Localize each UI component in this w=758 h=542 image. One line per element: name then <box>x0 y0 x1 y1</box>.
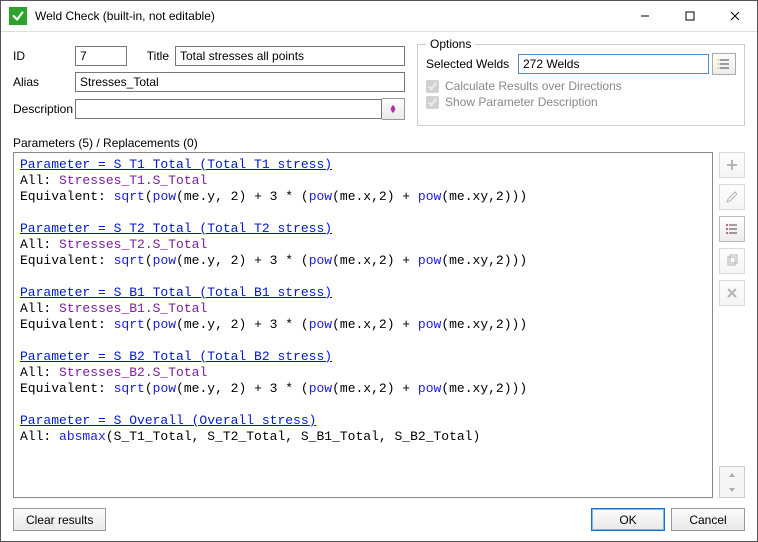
add-button[interactable] <box>719 152 745 178</box>
description-dropdown-button[interactable] <box>382 98 405 120</box>
scroll-up-icon[interactable] <box>720 467 744 482</box>
cancel-button[interactable]: Cancel <box>671 508 745 531</box>
description-label: Description <box>13 102 75 116</box>
copy-button[interactable] <box>719 248 745 274</box>
scroll-spinner[interactable] <box>719 466 745 498</box>
weld-check-dialog: Weld Check (built-in, not editable) ID T… <box>0 0 758 542</box>
list-button[interactable] <box>719 216 745 242</box>
selected-welds-field[interactable]: 272 Welds <box>518 54 709 74</box>
clear-results-button[interactable]: Clear results <box>13 508 106 531</box>
options-group: Options Selected Welds 272 Welds Calcula… <box>417 44 745 126</box>
selected-welds-label: Selected Welds <box>426 57 518 71</box>
maximize-button[interactable] <box>667 1 712 31</box>
delete-button[interactable] <box>719 280 745 306</box>
title-field[interactable] <box>175 46 405 66</box>
client-area: ID Title Alias Description <box>1 32 757 541</box>
ok-button[interactable]: OK <box>591 508 665 531</box>
scroll-down-icon[interactable] <box>720 482 744 497</box>
alias-field[interactable] <box>75 72 405 92</box>
app-icon <box>9 7 27 25</box>
selected-welds-list-button[interactable] <box>712 53 736 75</box>
show-param-desc-label: Show Parameter Description <box>445 95 598 109</box>
minimize-button[interactable] <box>622 1 667 31</box>
alias-label: Alias <box>13 75 75 89</box>
titlebar: Weld Check (built-in, not editable) <box>1 1 757 32</box>
id-label: ID <box>13 49 75 63</box>
parameters-code-view[interactable]: Parameter = S T1 Total (Total T1 stress)… <box>13 152 713 498</box>
show-param-desc-checkbox[interactable]: Show Parameter Description <box>426 95 736 109</box>
description-field[interactable] <box>75 99 382 119</box>
title-label: Title <box>127 49 175 63</box>
calc-over-directions-input[interactable] <box>426 80 439 93</box>
options-legend: Options <box>426 37 475 51</box>
selected-welds-value: 272 Welds <box>523 57 579 71</box>
side-button-bar <box>719 152 745 498</box>
main-form: ID Title Alias Description <box>13 40 417 126</box>
parameters-header: Parameters (5) / Replacements (0) <box>13 136 745 150</box>
calc-over-directions-checkbox[interactable]: Calculate Results over Directions <box>426 79 736 93</box>
show-param-desc-input[interactable] <box>426 96 439 109</box>
close-button[interactable] <box>712 1 757 31</box>
edit-button[interactable] <box>719 184 745 210</box>
calc-over-directions-label: Calculate Results over Directions <box>445 79 622 93</box>
window-title: Weld Check (built-in, not editable) <box>35 9 622 23</box>
id-field[interactable] <box>75 46 127 66</box>
